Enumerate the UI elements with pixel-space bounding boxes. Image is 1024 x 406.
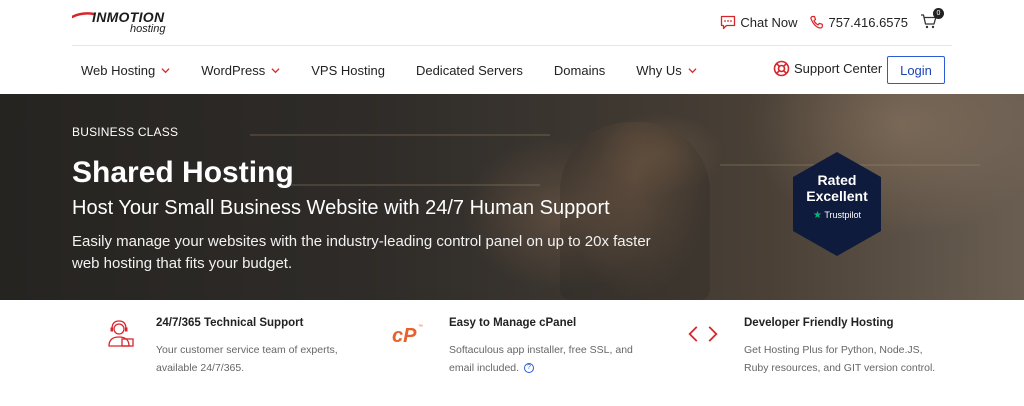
feature-description: Get Hosting Plus for Python, Node.JS, Ru… [744, 344, 936, 374]
nav-item-label: Web Hosting [81, 62, 156, 78]
feature-description-wrap: Softaculous app installer, free SSL, and… [449, 341, 659, 377]
trustpilot-text: Trustpilot [824, 210, 861, 220]
support-center-label: Support Center [794, 61, 883, 76]
feature-title: 24/7/365 Technical Support [156, 317, 304, 329]
trustpilot-star-icon: ★ [813, 210, 822, 221]
nav-items: Web Hosting WordPress VPS Hosting Dedicated… [81, 46, 728, 94]
background-shelf [250, 134, 550, 136]
code-brackets-icon [688, 326, 718, 342]
lifebuoy-icon [773, 60, 790, 77]
hero-title: Shared Hosting [72, 156, 294, 189]
nav-item-domains[interactable]: Domains [554, 63, 605, 78]
inmotion-logo[interactable]: INMOTION hosting [72, 9, 176, 37]
support-agent-icon [108, 320, 134, 347]
chat-now-link[interactable]: Chat Now [720, 15, 797, 30]
background-shelf [280, 184, 540, 186]
support-center-link[interactable]: Support Center [773, 60, 882, 77]
chevron-down-icon [161, 67, 170, 73]
phone-number: 757.416.6575 [828, 14, 908, 30]
feature-title: Developer Friendly Hosting [744, 317, 894, 329]
main-nav: Web Hosting WordPress VPS Hosting Dedicated… [0, 46, 1024, 94]
nav-item-label: Dedicated Servers [415, 62, 523, 78]
logo-sub-text: hosting [130, 23, 166, 35]
chevron-down-icon [688, 67, 697, 73]
nav-item-label: WordPress [201, 62, 266, 78]
nav-item-label: VPS Hosting [311, 62, 385, 78]
nav-item-label: Why Us [636, 62, 682, 78]
cart-count-badge: 0 [933, 8, 944, 19]
nav-item-label: Domains [553, 62, 606, 78]
chat-icon [721, 15, 736, 29]
badge-excellent-text: Excellent [806, 188, 868, 204]
feature-description: Your customer service team of experts, a… [156, 344, 338, 374]
hexagon-badge-shape [793, 152, 881, 256]
badge-rated-text: Rated [817, 172, 857, 188]
trustpilot-label: ★ Trustpilot [790, 210, 884, 221]
hero-description: Easily manage your websites with the ind… [72, 233, 651, 272]
cart-button[interactable]: 0 [920, 8, 944, 32]
help-question-icon[interactable]: ? [523, 363, 534, 374]
nav-item-dedicated-servers[interactable]: Dedicated Servers [416, 63, 523, 78]
nav-item-why-us[interactable]: Why Us [636, 63, 697, 78]
hero-subtitle: Host Your Small Business Website with 24… [72, 197, 610, 219]
svg-text:cP: cP [392, 325, 417, 347]
top-bar: INMOTION hosting Chat Now 757.416.6575 0 [0, 0, 1024, 45]
hero-banner: BUSINESS CLASS Shared Hosting Host Your … [0, 94, 1024, 300]
trustpilot-rating-badge: Rated Excellent ★ Trustpilot [790, 150, 884, 258]
nav-item-web-hosting[interactable]: Web Hosting [81, 63, 170, 78]
nav-item-vps-hosting[interactable]: VPS Hosting [311, 63, 385, 78]
features-strip: 24/7/365 Technical Support Your customer… [0, 300, 1024, 406]
phone-link[interactable]: 757.416.6575 [809, 15, 908, 30]
svg-text:™: ™ [418, 324, 423, 330]
chat-now-label: Chat Now [740, 14, 798, 30]
feature-title: Easy to Manage cPanel [449, 317, 577, 329]
chevron-down-icon [271, 67, 280, 73]
hero-eyebrow: BUSINESS CLASS [72, 125, 179, 139]
phone-icon [810, 15, 824, 29]
nav-item-wordpress[interactable]: WordPress [201, 63, 280, 78]
feature-description: Softaculous app installer, free SSL, and… [449, 344, 633, 374]
login-button[interactable]: Login [887, 56, 945, 84]
cpanel-icon: cP ™ [392, 324, 423, 347]
